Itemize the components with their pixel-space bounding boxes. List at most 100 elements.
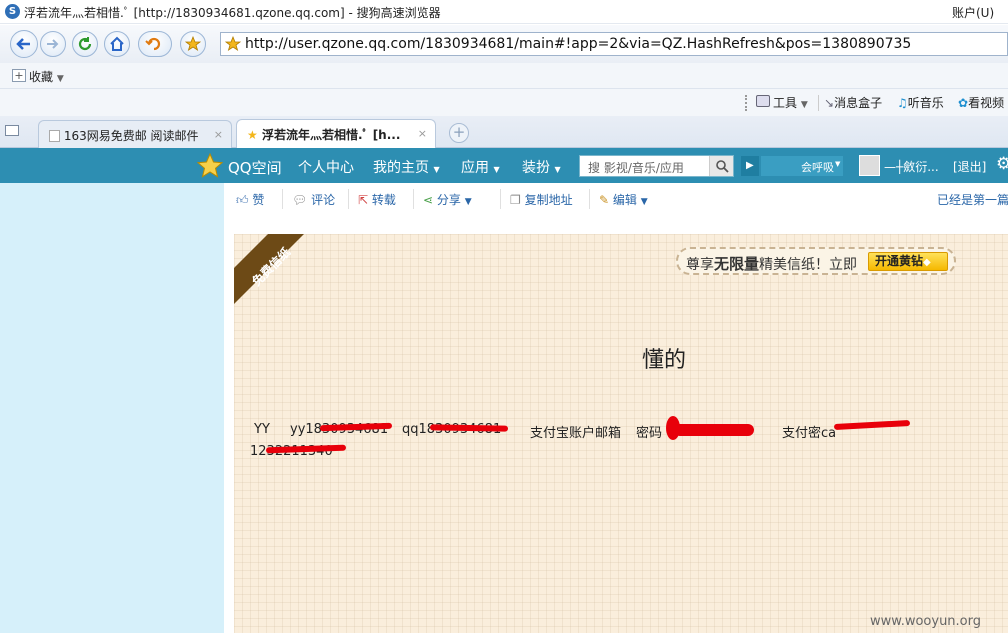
letter-paper: 免费信纸 尊享无限量精美信纸！立即 开通黄钻◆ 懂的 YY yy18309346… (234, 234, 1008, 633)
chevron-down-icon: ▼ (493, 165, 500, 174)
nav-label: 应用 (461, 160, 489, 176)
tab-label: 浮若流年灬若相惜.ﾟ [h... (261, 128, 401, 142)
promo-prefix: 尊享 (686, 257, 714, 273)
sidebar-toggle-icon[interactable] (5, 125, 19, 136)
window-titlebar: S 浮若流年灬若相惜.ﾟ [http://1830934681.qzone.qq… (0, 0, 1008, 24)
star-icon (185, 36, 201, 51)
call-label: 会呼吸 (801, 161, 834, 174)
music-button[interactable]: ♫听音乐 (897, 94, 944, 111)
refresh-icon (78, 37, 92, 51)
tab-qzone[interactable]: ★ 浮若流年灬若相惜.ﾟ [h... × (236, 119, 436, 149)
divider (348, 189, 349, 209)
nav-label: 装扮 (522, 160, 550, 176)
divider (282, 189, 283, 209)
back-button[interactable] (10, 30, 38, 58)
repost-button[interactable]: ⇱ 转载 (358, 191, 396, 208)
tab-163-mail[interactable]: 163网易免费邮 阅读邮件 × (38, 120, 232, 148)
favorites-bar: + 收藏 ▼ (0, 63, 1008, 89)
tools-menu[interactable]: 工具 ▼ (773, 94, 808, 111)
edit-button[interactable]: ✎ 编辑 ▼ (599, 191, 648, 208)
favorite-button[interactable] (180, 31, 206, 57)
nav-dressup[interactable]: 装扮 ▼ (522, 157, 561, 177)
forward-arrow-icon (47, 39, 59, 49)
pointer-icon: ↘ (824, 96, 835, 110)
censor-mark (833, 420, 911, 430)
tab-bar: 163网易免费邮 阅读邮件 × ★ 浮若流年灬若相惜.ﾟ [h... × + (0, 116, 1008, 149)
nav-personal-center[interactable]: 个人中心 (298, 157, 354, 177)
promo-banner: 尊享无限量精美信纸！立即 开通黄钻◆ (676, 247, 956, 275)
speech-bubble-icon: 💬︎ (292, 193, 308, 207)
bookmark-star-icon[interactable] (225, 36, 241, 52)
user-name[interactable]: —┼斂衍... (884, 158, 939, 175)
search-icon (716, 160, 729, 173)
thumbs-up-icon: 👍︎ (236, 193, 249, 207)
comment-button[interactable]: 💬︎ 评论 (292, 191, 335, 208)
copy-address-button[interactable]: ❐ 复制地址 (510, 191, 573, 208)
chevron-down-icon: ▼ (835, 160, 841, 168)
star-icon: ★ (247, 128, 258, 142)
sogou-logo-icon: S (5, 4, 20, 19)
undo-close-button[interactable] (138, 31, 172, 57)
play-button[interactable]: ▶ (741, 156, 759, 176)
video-button[interactable]: ✿看视频 (958, 94, 1004, 111)
music-label: 听音乐 (907, 96, 944, 110)
qzone-logo[interactable]: QQ空间 (228, 157, 282, 178)
window-title: 浮若流年灬若相惜.ﾟ [http://1830934681.qzone.qq.c… (24, 6, 441, 20)
favorites-label: 收藏 (29, 70, 54, 84)
like-label: 赞 (252, 193, 265, 207)
forward-button[interactable] (40, 31, 66, 57)
home-icon (110, 36, 124, 51)
message-box-button[interactable]: ↘消息盒子 (824, 94, 882, 111)
divider (589, 189, 590, 209)
chevron-down-icon: ▼ (640, 197, 648, 207)
undo-icon (145, 37, 161, 51)
nav-label: 我的主页 (373, 160, 429, 176)
back-arrow-icon (16, 38, 30, 50)
call-widget[interactable]: 会呼吸 ▼ (761, 156, 843, 176)
repost-icon: ⇱ (358, 193, 369, 207)
first-post-link[interactable]: 已经是第一篇 (937, 191, 1008, 208)
headphone-icon: ♫ (897, 96, 908, 110)
censor-mark (674, 424, 754, 436)
share-button[interactable]: ⋖ 分享 ▼ (423, 191, 472, 208)
edit-label: 编辑 (612, 193, 637, 207)
pay-password-label: 支付密ca (782, 426, 837, 441)
gear-icon[interactable]: ⚙ (996, 154, 1008, 174)
close-icon[interactable]: × (418, 127, 427, 140)
qzone-search[interactable]: 搜 影视/音乐/应用 (579, 155, 734, 177)
play-icon: ▶ (746, 160, 754, 171)
post-action-bar: 👍︎ 赞 💬︎ 评论 ⇱ 转载 ⋖ 分享 ▼ ❐ 复制地址 ✎ 编辑 ▼ 已经是… (224, 183, 1008, 217)
message-box-label: 消息盒子 (834, 96, 883, 110)
copy-address-label: 复制地址 (524, 193, 573, 207)
share-icon: ⋖ (423, 193, 434, 207)
search-button[interactable] (709, 156, 733, 176)
left-sidebar (0, 183, 224, 633)
open-yellow-diamond-button[interactable]: 开通黄钻◆ (868, 252, 948, 271)
search-input[interactable]: 搜 影视/音乐/应用 (588, 159, 684, 176)
home-button[interactable] (104, 31, 130, 57)
close-icon[interactable]: × (214, 128, 223, 141)
refresh-button[interactable] (72, 31, 98, 57)
divider (818, 95, 819, 111)
nav-apps[interactable]: 应用 ▼ (461, 157, 500, 177)
film-reel-icon: ✿ (958, 96, 969, 110)
divider (413, 189, 414, 209)
password-label: 密码 (636, 426, 663, 441)
favorites-menu[interactable]: 收藏 ▼ (29, 68, 64, 85)
account-menu[interactable]: 账户(U) (952, 4, 994, 21)
address-bar[interactable]: http://user.qzone.qq.com/1830934681/main… (220, 32, 1008, 56)
chevron-down-icon: ▼ (433, 165, 440, 174)
chevron-down-icon: ▼ (554, 165, 561, 174)
toolbox-icon (756, 95, 770, 107)
nav-my-homepage[interactable]: 我的主页 ▼ (373, 157, 440, 177)
logout-link[interactable]: [退出] (953, 158, 986, 175)
post-title: 懂的 (642, 348, 687, 373)
comment-label: 评论 (311, 193, 336, 207)
new-tab-button[interactable]: + (449, 123, 469, 143)
qzone-navbar: QQ空间 个人中心 我的主页 ▼ 应用 ▼ 装扮 ▼ 搜 影视/音乐/应用 ▶ … (0, 148, 1008, 183)
like-button[interactable]: 👍︎ 赞 (236, 191, 264, 208)
add-favorite-icon: + (12, 69, 26, 82)
address-url[interactable]: http://user.qzone.qq.com/1830934681/main… (245, 36, 911, 52)
alipay-label: 支付宝账户邮箱 (530, 426, 622, 441)
avatar[interactable] (859, 155, 880, 176)
